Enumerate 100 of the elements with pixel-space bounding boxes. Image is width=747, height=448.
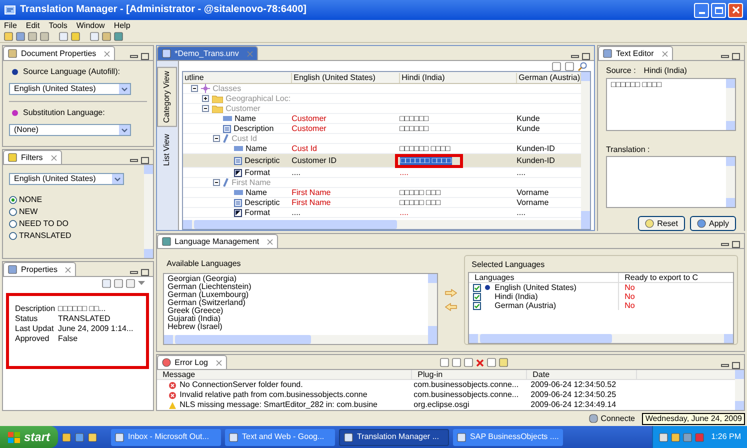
taskbar-button[interactable]: SAP BusinessObjects .... bbox=[453, 428, 564, 446]
tree-row[interactable]: Description Customer □□□□□□ Kunde bbox=[182, 124, 581, 134]
collapse-icon[interactable] bbox=[202, 105, 209, 112]
selected-language[interactable]: German (Austria) bbox=[494, 300, 556, 310]
checkbox[interactable] bbox=[472, 292, 481, 300]
maximize-icon[interactable] bbox=[732, 362, 740, 369]
minimize-icon[interactable] bbox=[721, 54, 729, 60]
panel-tab[interactable]: Filters bbox=[3, 150, 62, 164]
radio-button[interactable] bbox=[9, 208, 17, 216]
minimize-icon[interactable] bbox=[721, 362, 729, 368]
collapse-icon[interactable] bbox=[212, 179, 220, 186]
tree-row[interactable]: Name Customer □□□□□□ Kunde bbox=[182, 114, 581, 124]
maximize-icon[interactable] bbox=[140, 53, 149, 60]
column-header[interactable]: Hindi (India) bbox=[400, 72, 517, 82]
taskbar-button[interactable]: Inbox - Microsoft Out... bbox=[111, 428, 222, 446]
side-tab[interactable]: Category View bbox=[157, 67, 178, 127]
radio-button[interactable] bbox=[9, 196, 17, 204]
language-dropdown[interactable]: English (United States) bbox=[9, 83, 131, 95]
start-button[interactable]: start bbox=[0, 426, 58, 448]
minimize-icon[interactable] bbox=[571, 54, 579, 60]
column-header[interactable]: Plug-in bbox=[412, 370, 527, 380]
radio-button[interactable] bbox=[9, 232, 17, 240]
minimize-icon[interactable] bbox=[130, 270, 138, 276]
column-header[interactable]: English (United States) bbox=[292, 72, 400, 82]
available-language[interactable]: German (Liechtenstein) bbox=[168, 283, 428, 291]
tree-row[interactable]: Descriptic First Name □□□□□ □□□ Vorname bbox=[182, 198, 581, 208]
delete-icon[interactable] bbox=[476, 358, 484, 366]
filter-option-label[interactable]: NEW bbox=[19, 207, 38, 217]
collapse-icon[interactable] bbox=[212, 135, 220, 142]
close-icon[interactable] bbox=[50, 154, 57, 160]
taskbar-button[interactable]: Text and Web - Goog... bbox=[225, 428, 336, 446]
vertical-scrollbar[interactable] bbox=[726, 79, 735, 130]
close-icon[interactable] bbox=[216, 360, 222, 366]
maximize-icon[interactable] bbox=[732, 53, 740, 60]
expand-icon[interactable] bbox=[202, 95, 209, 102]
panel-tab[interactable]: Document Properties bbox=[3, 46, 116, 60]
source-text-area[interactable]: □□□□□□ □□□□ bbox=[606, 78, 736, 131]
minimize-icon[interactable] bbox=[130, 54, 138, 60]
editor-button[interactable]: Reset bbox=[638, 216, 685, 231]
vertical-scrollbar[interactable] bbox=[144, 165, 153, 258]
left-arrow-icon[interactable] bbox=[444, 303, 457, 311]
minimize-icon[interactable] bbox=[721, 242, 729, 248]
tree-row[interactable]: Format .... .... .... bbox=[182, 208, 581, 218]
filter-option-label[interactable]: NEED TO DO bbox=[19, 219, 68, 229]
selected-language[interactable]: Hindi (India) bbox=[494, 292, 538, 302]
panel-tab[interactable]: Properties bbox=[3, 262, 76, 276]
menu-item[interactable]: Help bbox=[114, 20, 130, 30]
editor-button[interactable]: Apply bbox=[690, 216, 736, 231]
close-icon[interactable] bbox=[267, 238, 274, 244]
available-language[interactable]: Gujarati (India) bbox=[168, 315, 428, 323]
horizontal-scrollbar[interactable] bbox=[182, 220, 590, 229]
tree-row[interactable]: Name First Name □□□□□ □□□ Vorname bbox=[182, 188, 581, 198]
checkbox[interactable] bbox=[472, 284, 481, 292]
vertical-scrollbar[interactable] bbox=[735, 370, 744, 410]
horizontal-scrollbar[interactable] bbox=[164, 335, 437, 344]
translation-text-area[interactable] bbox=[606, 156, 736, 208]
close-button[interactable] bbox=[728, 2, 743, 18]
menu-item[interactable]: Tools bbox=[48, 20, 68, 30]
available-language[interactable]: Hebrew (Israel) bbox=[168, 323, 428, 331]
tree-row[interactable]: Descriptic Customer ID □□□□□□ □□□□ Kunden-ID bbox=[182, 154, 581, 168]
column-header[interactable]: Date bbox=[526, 370, 637, 380]
available-language[interactable]: Georgian (Georgia) bbox=[168, 275, 428, 283]
side-tab[interactable]: List View bbox=[158, 130, 176, 169]
filter-option-label[interactable]: TRANSLATED bbox=[19, 231, 72, 241]
menu-item[interactable]: File bbox=[4, 20, 17, 30]
vertical-scrollbar[interactable] bbox=[581, 72, 590, 220]
menu-icon[interactable] bbox=[138, 280, 145, 286]
panel-tab[interactable]: *Demo_Trans.unv bbox=[156, 46, 258, 60]
column-header[interactable]: Message bbox=[156, 370, 412, 380]
maximize-icon[interactable] bbox=[732, 241, 740, 248]
close-icon[interactable] bbox=[65, 266, 72, 272]
horizontal-scrollbar[interactable] bbox=[468, 334, 733, 343]
maximize-icon[interactable] bbox=[140, 157, 149, 164]
vertical-scrollbar[interactable] bbox=[726, 157, 735, 207]
vertical-scrollbar[interactable] bbox=[428, 274, 437, 335]
available-language[interactable]: Greek (Greece) bbox=[168, 307, 428, 315]
radio-button[interactable] bbox=[9, 220, 17, 228]
minimize-button[interactable] bbox=[694, 2, 709, 18]
menu-item[interactable]: Window bbox=[76, 20, 105, 30]
checkbox[interactable] bbox=[472, 302, 481, 310]
maximize-icon[interactable] bbox=[582, 53, 590, 60]
column-header[interactable]: utline bbox=[182, 72, 292, 82]
column-header[interactable]: Languages bbox=[468, 273, 619, 282]
panel-tab[interactable]: Error Log bbox=[156, 355, 227, 369]
available-language[interactable]: German (Luxembourg) bbox=[168, 291, 428, 299]
search-icon[interactable] bbox=[578, 62, 587, 70]
menu-item[interactable]: Edit bbox=[26, 20, 40, 30]
selected-language[interactable]: English (United States) bbox=[494, 282, 576, 292]
column-header[interactable]: Ready to export to C bbox=[618, 273, 733, 282]
close-icon[interactable] bbox=[104, 50, 110, 56]
language-dropdown[interactable]: (None) bbox=[9, 124, 131, 136]
taskbar-button[interactable]: Translation Manager ... bbox=[339, 428, 450, 446]
minimize-icon[interactable] bbox=[130, 158, 138, 164]
maximize-button[interactable] bbox=[711, 2, 726, 18]
filter-option-label[interactable]: NONE bbox=[19, 195, 42, 205]
panel-tab[interactable]: Text Editor bbox=[598, 46, 673, 60]
tree-row[interactable]: Format .... .... .... bbox=[182, 168, 581, 178]
collapse-icon[interactable] bbox=[190, 85, 198, 92]
close-icon[interactable] bbox=[662, 50, 668, 56]
available-language[interactable]: German (Switzerland) bbox=[168, 299, 428, 307]
